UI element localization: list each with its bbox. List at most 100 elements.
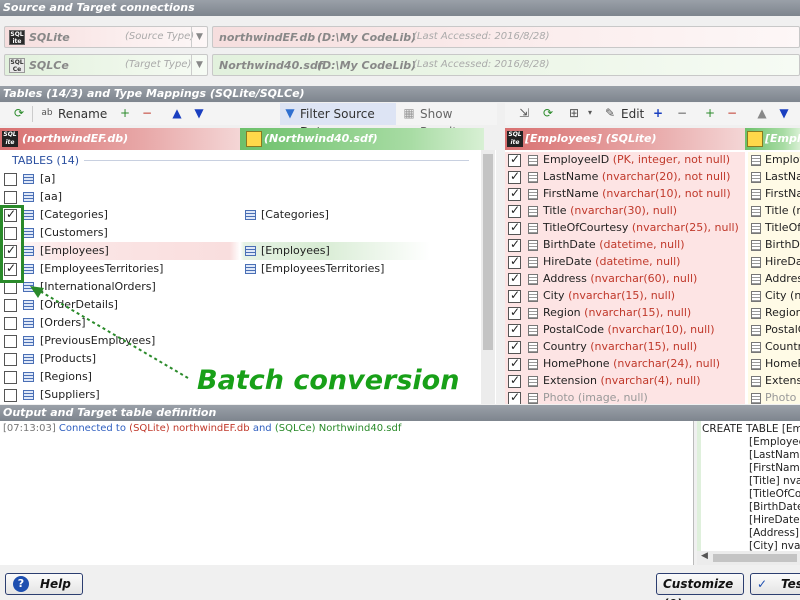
- table-row[interactable]: [Employees] [Employees]: [0, 242, 484, 260]
- field-checkbox[interactable]: [508, 186, 521, 201]
- source-file-field[interactable]: northwindEF.db (D:\My CodeLib) (Last Acc…: [212, 26, 800, 48]
- field-row[interactable]: City (nvarchar(15), null) City (n: [505, 288, 800, 305]
- field-row[interactable]: TitleOfCourtesy (nvarchar(25), null) Titl…: [505, 220, 800, 237]
- field-checkbox[interactable]: [508, 152, 521, 167]
- table-row[interactable]: [EmployeesTerritories] [EmployeesTerritor…: [0, 260, 484, 278]
- table-checkbox[interactable]: [4, 299, 17, 312]
- field-icon: [528, 393, 538, 404]
- export-icon[interactable]: ⇲: [517, 106, 531, 120]
- field-checkbox[interactable]: [508, 169, 521, 184]
- chevron-left-icon[interactable]: ◀: [701, 551, 708, 561]
- table-row[interactable]: [PreviousEmployees]: [0, 332, 484, 350]
- table-row[interactable]: [Customers]: [0, 224, 484, 242]
- field-checkbox[interactable]: [508, 288, 521, 303]
- move-up-icon[interactable]: ▲: [170, 106, 184, 120]
- table-row[interactable]: [a]: [0, 170, 484, 188]
- source-table-name: [aa]: [40, 190, 63, 203]
- table-row[interactable]: [OrderDetails]: [0, 296, 484, 314]
- field-icon: [528, 223, 538, 234]
- field-row[interactable]: Address (nvarchar(60), null) Addres: [505, 271, 800, 288]
- edit-button[interactable]: Edit: [621, 105, 644, 123]
- table-row[interactable]: [aa]: [0, 188, 484, 206]
- remove-mapping-icon[interactable]: −: [725, 106, 739, 120]
- source-type-name: SQLite: [29, 31, 70, 44]
- test-button[interactable]: ✓ Test: [750, 573, 800, 595]
- field-icon: [751, 257, 761, 268]
- table-icon: [245, 210, 256, 220]
- table-checkbox[interactable]: [4, 173, 17, 186]
- field-checkbox[interactable]: [508, 390, 521, 404]
- table-checkbox[interactable]: [4, 335, 17, 348]
- field-row[interactable]: Photo (image, null)Photo: [505, 390, 800, 404]
- sql-horizontal-scrollbar[interactable]: ◀: [697, 551, 800, 565]
- source-table-name: [PreviousEmployees]: [40, 334, 156, 347]
- add-mapping-icon[interactable]: +: [703, 106, 717, 120]
- filter-source-data-button[interactable]: ▼ Filter Source Data: [280, 103, 396, 139]
- field-row[interactable]: Region (nvarchar(15), null)Region: [505, 305, 800, 322]
- field-checkbox[interactable]: [508, 356, 521, 371]
- field-icon: [528, 155, 538, 166]
- field-row[interactable]: PostalCode (nvarchar(10), null) PostalC: [505, 322, 800, 339]
- move-down-icon[interactable]: ▼: [192, 106, 206, 120]
- field-checkbox[interactable]: [508, 373, 521, 388]
- table-checkbox[interactable]: [4, 191, 17, 204]
- field-checkbox[interactable]: [508, 237, 521, 252]
- customize-button[interactable]: Customize (0): [656, 573, 744, 600]
- sql-line: [Address]: [749, 527, 800, 539]
- field-row[interactable]: LastName (nvarchar(20), not null) LastNa: [505, 169, 800, 186]
- table-checkbox[interactable]: [4, 317, 17, 330]
- table-icon: [23, 210, 34, 220]
- field-checkbox[interactable]: [508, 322, 521, 337]
- field-type: (nvarchar(10), null): [607, 323, 715, 336]
- chevron-down-icon[interactable]: ▾: [583, 106, 597, 120]
- table-checkbox[interactable]: [4, 371, 17, 384]
- field-checkbox[interactable]: [508, 254, 521, 269]
- field-row[interactable]: HomePhone (nvarchar(24), null) HomeP: [505, 356, 800, 373]
- field-row[interactable]: Title (nvarchar(30), null) Title (r: [505, 203, 800, 220]
- field-type: (nvarchar(24), null): [613, 357, 721, 370]
- field-checkbox[interactable]: [508, 220, 521, 235]
- refresh-icon[interactable]: ⟳: [12, 106, 26, 120]
- show-results-button[interactable]: ▦ Show Results: [400, 103, 496, 139]
- field-row[interactable]: Country (nvarchar(15), null) Countr: [505, 339, 800, 356]
- help-button[interactable]: ? Help: [5, 573, 83, 595]
- output-log: [07:13:03] Connected to (SQLite) northwi…: [0, 421, 694, 565]
- target-type-select[interactable]: SQL Ce SQLCe (Target Type) ▼: [4, 54, 208, 76]
- field-row[interactable]: BirthDate (datetime, null) BirthDa: [505, 237, 800, 254]
- target-file-field[interactable]: Northwind40.sdf (D:\My CodeLib) (Last Ac…: [212, 54, 800, 76]
- chevron-down-icon[interactable]: ▼: [191, 55, 207, 75]
- field-checkbox[interactable]: [508, 339, 521, 354]
- field-icon: [751, 325, 761, 336]
- target-field-name: Addres: [765, 272, 800, 285]
- chevron-down-icon[interactable]: ▼: [191, 27, 207, 47]
- tree-icon[interactable]: ⊞: [567, 106, 581, 120]
- table-row[interactable]: [Categories] [Categories]: [0, 206, 484, 224]
- field-checkbox[interactable]: [508, 271, 521, 286]
- field-checkbox[interactable]: [508, 203, 521, 218]
- field-icon: [751, 240, 761, 251]
- rename-button[interactable]: Rename: [58, 105, 107, 123]
- table-row[interactable]: [Orders]: [0, 314, 484, 332]
- source-type-select[interactable]: SQL ite SQLite (Source Type) ▼: [4, 26, 208, 48]
- table-checkbox[interactable]: [4, 353, 17, 366]
- move-down-icon[interactable]: ▼: [777, 106, 791, 120]
- remove-icon[interactable]: −: [675, 106, 689, 120]
- refresh-icon[interactable]: ⟳: [541, 106, 555, 120]
- move-up-icon[interactable]: ▲: [755, 106, 769, 120]
- field-icon: [751, 342, 761, 353]
- field-name: HireDate: [543, 255, 592, 268]
- field-row[interactable]: Extension (nvarchar(4), null) Extensi: [505, 373, 800, 390]
- field-checkbox[interactable]: [508, 305, 521, 320]
- table-row[interactable]: [InternationalOrders]: [0, 278, 484, 296]
- field-row[interactable]: FirstName (nvarchar(10), not null) FirstN…: [505, 186, 800, 203]
- field-row[interactable]: EmployeeID (PK, integer, not null) Employ: [505, 152, 800, 169]
- table-checkbox[interactable]: [4, 389, 17, 402]
- tables-scrollbar[interactable]: [481, 150, 495, 404]
- add-mapping-icon[interactable]: +: [118, 106, 132, 120]
- add-icon[interactable]: +: [651, 106, 665, 120]
- edit-icon[interactable]: ✎: [603, 106, 617, 120]
- field-row[interactable]: HireDate (datetime, null) HireDat: [505, 254, 800, 271]
- remove-mapping-icon[interactable]: −: [140, 106, 154, 120]
- target-field-name: FirstNa: [765, 187, 800, 200]
- source-last-accessed: (Last Accessed: 2016/8/28): [413, 31, 550, 42]
